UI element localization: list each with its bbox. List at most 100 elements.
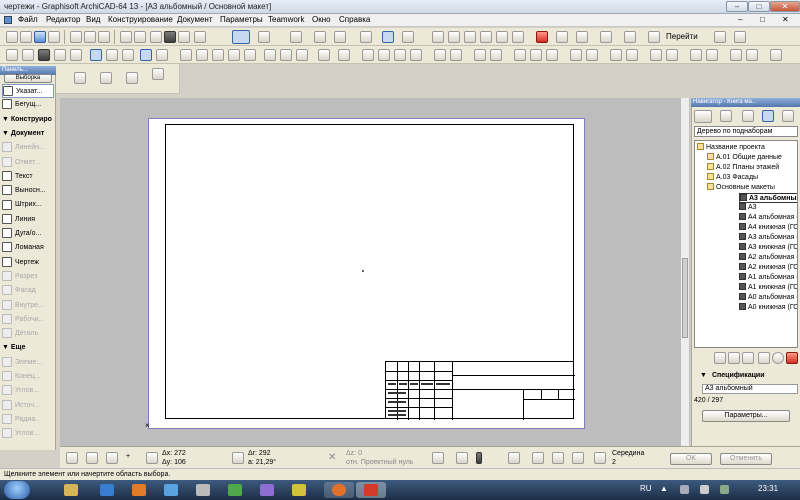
vertical-scrollbar[interactable] [680, 98, 689, 446]
tree-item[interactable]: A1 альбомная (ГС [739, 273, 797, 283]
toolbox-item[interactable]: ▼ Документ [2, 127, 54, 141]
select-poly-icon[interactable] [106, 49, 118, 61]
tree-item[interactable]: A4 книжная (ГОС [739, 223, 797, 233]
close-button[interactable]: ✕ [770, 1, 800, 12]
menu-help[interactable]: Справка [339, 15, 370, 24]
orbit-icon[interactable] [626, 49, 638, 61]
volume-icon[interactable] [700, 485, 709, 494]
menu-options[interactable]: Параметры [220, 15, 263, 24]
tree-item[interactable]: A3 [739, 203, 757, 213]
offset-icon[interactable] [264, 49, 276, 61]
project-map-icon[interactable] [600, 31, 612, 43]
lock-icon[interactable] [360, 31, 372, 43]
mirror-icon[interactable] [432, 31, 444, 43]
toolbox-item[interactable]: Внутре... [2, 299, 54, 313]
hide-icon[interactable] [474, 49, 486, 61]
toolbox-item[interactable]: Элеме... [2, 356, 54, 370]
guide-line-icon[interactable] [258, 31, 270, 43]
menu-view[interactable]: Вид [86, 15, 100, 24]
toolbox-item[interactable]: Фасад [2, 284, 54, 298]
clock[interactable]: 23:31 [758, 484, 778, 493]
new-master-icon[interactable] [742, 352, 754, 364]
elevate-icon[interactable] [480, 31, 492, 43]
publisher-icon[interactable] [556, 31, 568, 43]
taskbar-app-4[interactable] [220, 482, 250, 498]
show-icon[interactable] [490, 49, 502, 61]
toolbox-item[interactable]: Отмет... [2, 156, 54, 170]
polar-coords-icon[interactable] [232, 452, 244, 464]
snap-icon[interactable] [508, 452, 520, 464]
align-bottom-icon[interactable] [410, 49, 422, 61]
stretch-tool-icon[interactable] [86, 452, 98, 464]
tree-item[interactable]: A.01 Общие данные [707, 153, 782, 163]
polyline-icon[interactable] [74, 72, 86, 84]
tray-app-icon[interactable] [720, 485, 729, 494]
spec-name-field[interactable]: A3 альбомный [702, 384, 798, 394]
paste-icon[interactable] [98, 31, 110, 43]
special-snap-icon[interactable] [594, 452, 606, 464]
goto-button[interactable]: Перейти [666, 32, 698, 41]
distribute-icon[interactable] [434, 49, 446, 61]
toolbox-item[interactable]: Чертеж [2, 256, 54, 270]
layer-icon[interactable] [290, 31, 302, 43]
find-icon[interactable] [150, 31, 162, 43]
open-file-icon[interactable] [20, 31, 32, 43]
syringe-icon[interactable] [178, 31, 190, 43]
split-icon[interactable] [196, 49, 208, 61]
toolbox-item[interactable]: Деталь [2, 327, 54, 341]
tree-item[interactable]: Название проекта [697, 143, 765, 153]
taskbar-app-1[interactable] [124, 482, 154, 498]
tree-item[interactable]: A.02 Планы этажей [707, 163, 779, 173]
cursor-icon[interactable] [152, 68, 164, 80]
stretch-icon[interactable] [496, 31, 508, 43]
walk-icon[interactable] [666, 49, 678, 61]
grid-icon[interactable] [106, 452, 118, 464]
prev-zoom-icon[interactable] [570, 49, 582, 61]
tree-item[interactable]: A3 альбомная (ГС [739, 233, 797, 243]
menu-teamwork[interactable]: Teamwork [268, 15, 304, 24]
specs-collapse-icon[interactable]: ▼ [700, 372, 707, 379]
help-icon[interactable] [734, 31, 746, 43]
align-left-icon[interactable] [362, 49, 374, 61]
toolbox-item[interactable]: Линейн... [2, 141, 54, 155]
parallel-icon[interactable] [532, 452, 544, 464]
next-zoom-icon[interactable] [586, 49, 598, 61]
magnifier-icon[interactable] [572, 452, 584, 464]
organizer-icon[interactable] [624, 31, 636, 43]
relative-coords-icon[interactable] [146, 452, 158, 464]
copy-icon[interactable] [84, 31, 96, 43]
new-subset-icon[interactable] [728, 352, 740, 364]
scroll-thumb[interactable] [682, 258, 688, 338]
tree-item[interactable]: A.03 Фасады [707, 173, 758, 183]
section-icon[interactable] [690, 49, 702, 61]
pen-weight-icon[interactable] [22, 49, 34, 61]
start-button[interactable] [4, 481, 30, 499]
view-map-icon[interactable] [576, 31, 588, 43]
select-tab[interactable]: Выборка [4, 74, 52, 83]
send-back-icon[interactable] [338, 49, 350, 61]
doc-restore-button[interactable]: □ [760, 15, 765, 24]
marquee-all-icon[interactable] [156, 49, 168, 61]
taskbar-app-6[interactable] [284, 482, 314, 498]
fillet-icon[interactable] [244, 49, 256, 61]
toolbox-item[interactable]: Линия [2, 213, 54, 227]
language-indicator[interactable]: RU [640, 484, 652, 493]
toolbox-item[interactable]: Конец... [2, 370, 54, 384]
detail-icon[interactable] [730, 49, 742, 61]
tree-item[interactable]: Основные макеты [707, 183, 775, 193]
app-menu-icon[interactable] [4, 16, 12, 24]
toolbox-item[interactable]: Рабочи... [2, 313, 54, 327]
redo-icon[interactable] [134, 31, 146, 43]
guide-dropdown-icon[interactable] [476, 452, 482, 464]
taskbar-app-5[interactable] [252, 482, 282, 498]
layout-book-icon[interactable] [536, 31, 548, 43]
tree-item[interactable]: A3 альбомный [739, 193, 797, 203]
eyedropper-icon[interactable] [164, 31, 176, 43]
worksheet-icon[interactable] [746, 49, 758, 61]
toolbox-item[interactable]: Текст [2, 170, 54, 184]
params-button[interactable]: Параметры... [702, 410, 790, 422]
taskbar-app-2[interactable] [156, 482, 186, 498]
toolbox-item[interactable]: Ломаная [2, 241, 54, 255]
ok-button[interactable]: OK [670, 453, 712, 465]
ungroup-icon[interactable] [296, 49, 308, 61]
